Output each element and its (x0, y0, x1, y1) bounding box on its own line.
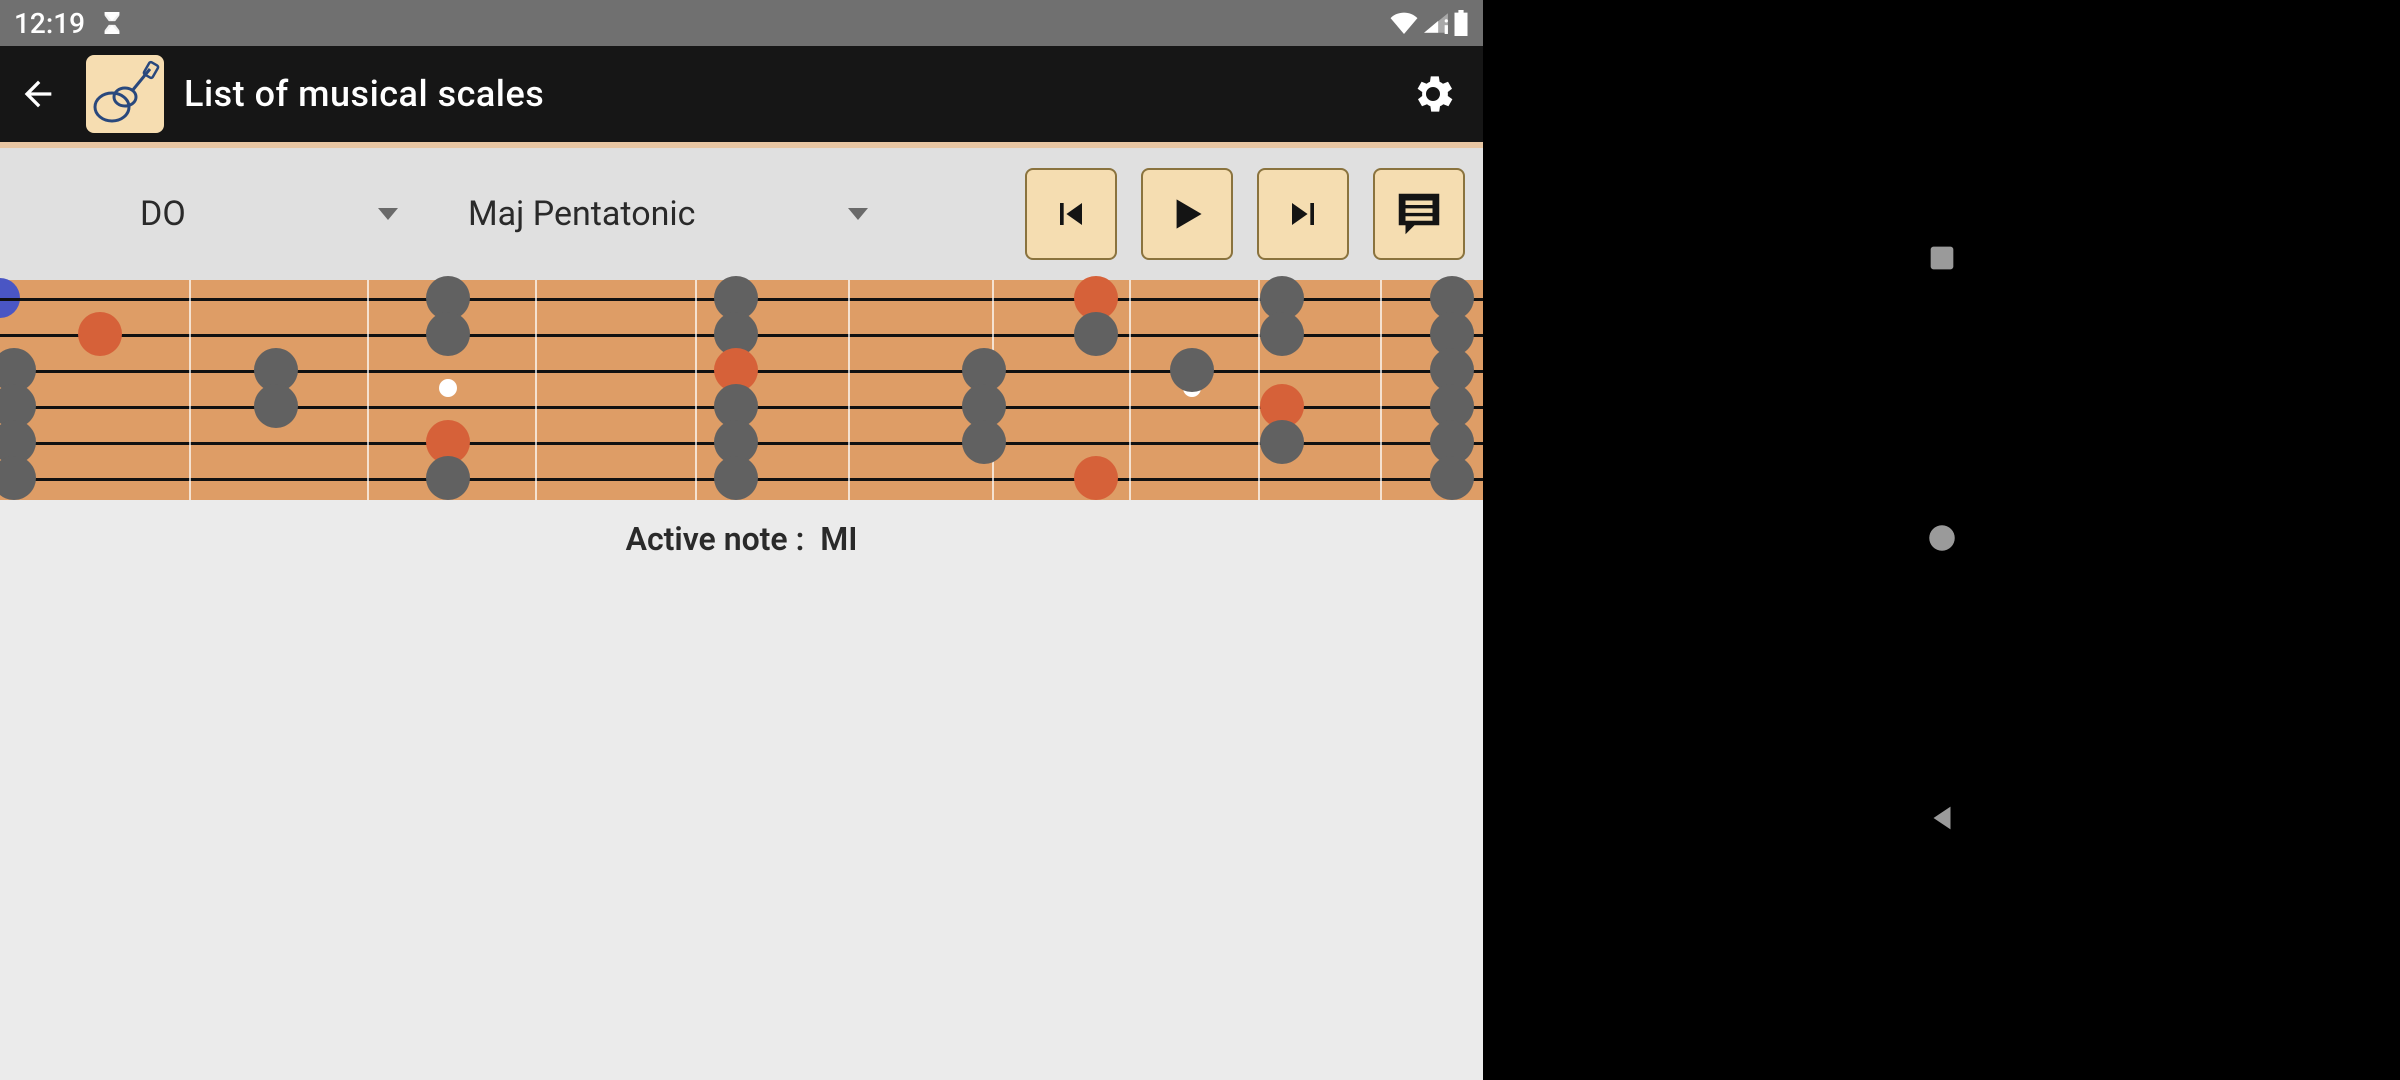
fret-line (848, 280, 850, 500)
dropdown-icon (376, 202, 400, 226)
note-marker[interactable] (1430, 456, 1474, 500)
gear-icon (1409, 70, 1457, 118)
app-icon (86, 55, 164, 133)
fret-line (1129, 280, 1131, 500)
status-app-icon (101, 10, 123, 36)
battery-icon (1453, 10, 1469, 36)
fretboard[interactable] (0, 280, 1483, 500)
wifi-icon (1389, 12, 1419, 34)
settings-button[interactable] (1409, 70, 1457, 118)
note-marker[interactable] (1260, 420, 1304, 464)
note-marker[interactable] (0, 456, 36, 500)
note-marker[interactable] (78, 312, 122, 356)
previous-button[interactable] (1025, 168, 1117, 260)
play-icon (1162, 189, 1212, 239)
note-marker[interactable] (426, 456, 470, 500)
skip-previous-icon (1049, 192, 1093, 236)
fret-line (1258, 280, 1260, 500)
nav-overview-button[interactable] (1925, 241, 1959, 279)
active-note-label: Active note : (626, 520, 805, 558)
note-marker[interactable] (426, 312, 470, 356)
note-marker[interactable] (1074, 456, 1118, 500)
controls-bar: DO Maj Pentatonic (0, 148, 1483, 280)
fret-line (189, 280, 191, 500)
active-note-row: Active note : MI (0, 500, 1483, 578)
fret-line (535, 280, 537, 500)
system-nav-bar (1483, 0, 2400, 1080)
note-marker[interactable] (962, 420, 1006, 464)
back-button[interactable] (16, 72, 60, 116)
note-marker[interactable] (714, 456, 758, 500)
root-note-value: DO (50, 194, 376, 234)
next-button[interactable] (1257, 168, 1349, 260)
note-marker[interactable] (1260, 312, 1304, 356)
comment-icon (1392, 187, 1446, 241)
play-button[interactable] (1141, 168, 1233, 260)
page-title: List of musical scales (184, 73, 544, 115)
active-note-value: MI (820, 520, 857, 558)
signal-icon (1423, 12, 1449, 34)
note-marker[interactable] (1074, 312, 1118, 356)
note-marker[interactable] (254, 384, 298, 428)
scale-type-dropdown[interactable]: Maj Pentatonic (410, 148, 880, 280)
dropdown-icon (846, 202, 870, 226)
fret-line (695, 280, 697, 500)
status-time: 12:19 (14, 7, 85, 40)
app-bar: List of musical scales (0, 46, 1483, 142)
comment-button[interactable] (1373, 168, 1465, 260)
nav-back-button[interactable] (1925, 801, 1959, 839)
fret-inlay (439, 379, 457, 397)
skip-next-icon (1281, 192, 1325, 236)
root-note-dropdown[interactable]: DO (0, 148, 410, 280)
note-marker[interactable] (1170, 348, 1214, 392)
nav-home-button[interactable] (1925, 521, 1959, 559)
fret-line (367, 280, 369, 500)
status-bar: 12:19 (0, 0, 1483, 46)
fret-line (1380, 280, 1382, 500)
scale-type-value: Maj Pentatonic (460, 194, 846, 234)
